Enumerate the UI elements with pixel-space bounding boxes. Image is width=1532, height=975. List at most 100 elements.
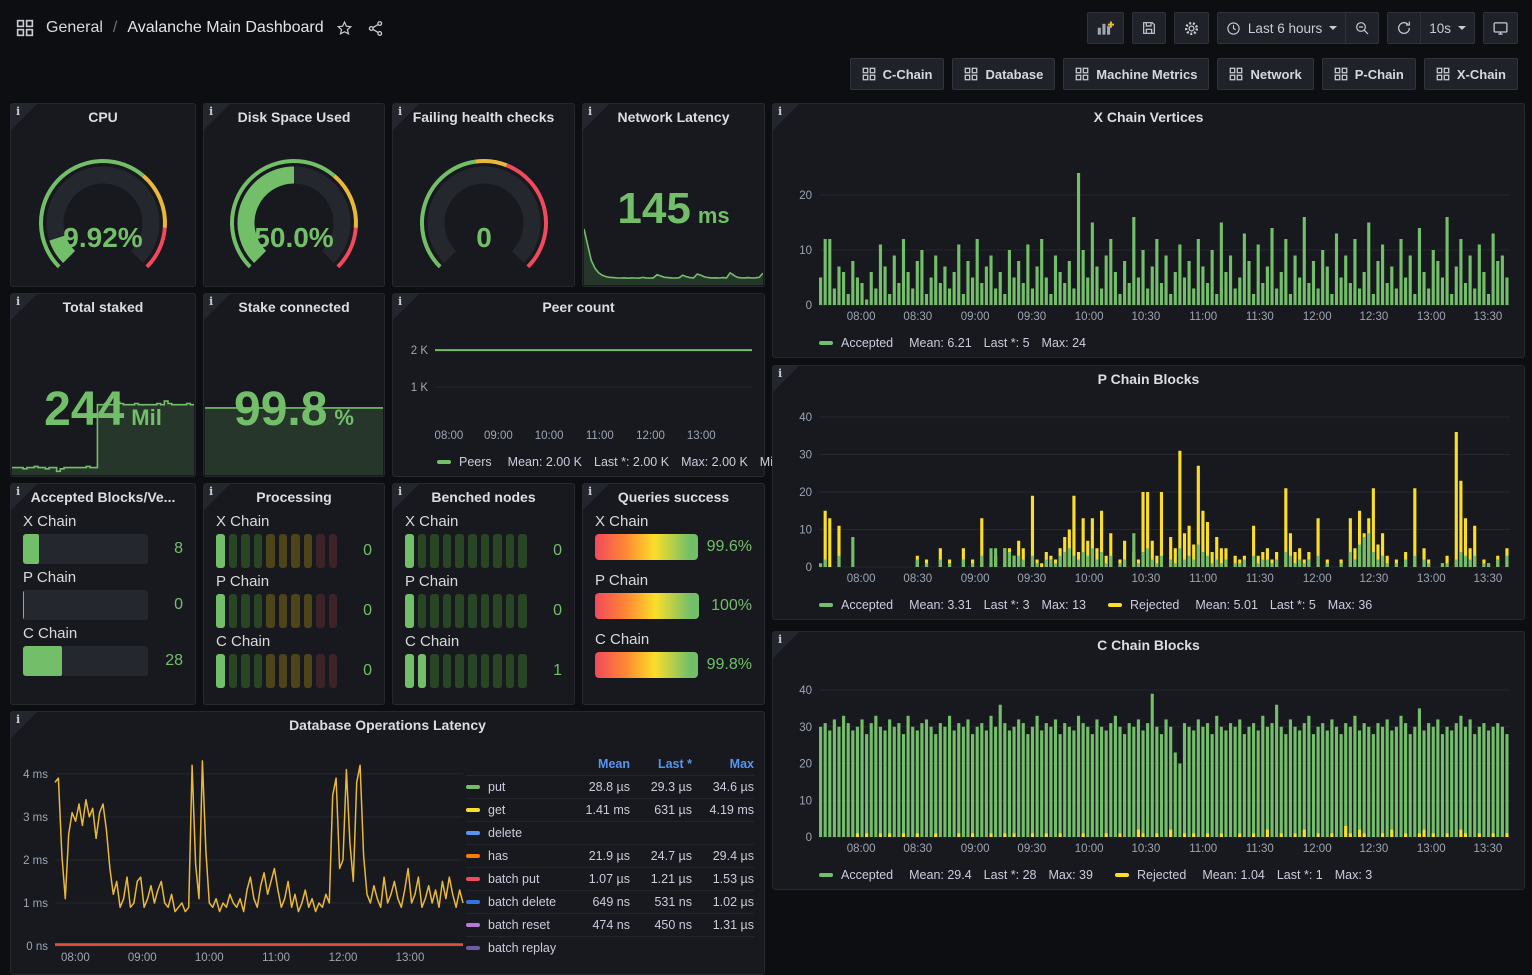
bar-value: 99.6% [707, 538, 752, 556]
panel-title[interactable]: Benched nodes [393, 489, 574, 505]
panel-title[interactable]: Failing health checks [393, 109, 574, 125]
svg-text:0: 0 [806, 832, 812, 844]
legend-item[interactable]: AcceptedMean: 3.31Last *: 3Max: 13 [819, 598, 1086, 612]
star-icon[interactable] [334, 18, 355, 39]
panel-title[interactable]: P Chain Blocks [773, 371, 1524, 387]
panel-title[interactable]: X Chain Vertices [773, 109, 1524, 125]
legend-color-pill [466, 854, 480, 858]
panel-title[interactable]: Network Latency [583, 109, 764, 125]
chain-label: P Chain [595, 572, 752, 589]
legend-series-name: Accepted [841, 598, 893, 612]
gauge-canvas: 50.0% [214, 141, 374, 275]
refresh-interval-dropdown[interactable]: 10s [1420, 12, 1475, 44]
svg-text:11:30: 11:30 [1246, 311, 1274, 323]
bar-gauge-row: C Chain 28 [23, 625, 183, 676]
legend-item[interactable]: AcceptedMean: 29.4Last *: 28Max: 39 [819, 868, 1093, 882]
segment-gauge-rows: X Chain 0 P Chain 0 C Chain 1 [405, 510, 562, 698]
segment-gauge-row: X Chain 0 [405, 513, 562, 568]
panel-title[interactable]: Accepted Blocks/Ve... [11, 489, 195, 505]
panel-title[interactable]: C Chain Blocks [773, 637, 1524, 653]
db-table-row[interactable]: batch replay [466, 936, 754, 959]
chain-label: P Chain [405, 573, 562, 590]
breadcrumb-dashboard-title[interactable]: Avalanche Main Dashboard [127, 19, 323, 37]
svg-text:20: 20 [799, 190, 812, 202]
svg-text:13:30: 13:30 [1473, 573, 1502, 585]
db-table-row[interactable]: batch delete649 ns531 ns1.02 µs [466, 890, 754, 913]
refresh-button[interactable] [1387, 12, 1420, 44]
db-series-name: batch put [466, 872, 568, 886]
db-table-column-header[interactable]: Mean [568, 757, 630, 771]
gauge-segment [241, 594, 250, 628]
dashboard-link-machine-metrics[interactable]: Machine Metrics [1063, 58, 1209, 90]
panel-title[interactable]: Queries success [583, 489, 764, 505]
panel-peer-count: i Peer count 1 K2 K08:0009:0010:0011:001… [392, 293, 765, 477]
dashboard-settings-button[interactable] [1174, 12, 1209, 44]
db-series-value: 4.19 ms [692, 803, 754, 817]
stat-value: 99.8 [234, 382, 327, 437]
db-table-row[interactable]: put28.8 µs29.3 µs34.6 µs [466, 775, 754, 798]
db-series-value: 649 ns [568, 895, 630, 909]
svg-text:3 ms: 3 ms [23, 812, 48, 824]
bar-fill [23, 590, 24, 620]
db-table-row[interactable]: batch reset474 ns450 ns1.31 µs [466, 913, 754, 936]
gauge-segment [405, 654, 414, 688]
legend-item[interactable]: AcceptedMean: 6.21Last *: 5Max: 24 [819, 336, 1086, 350]
db-table-column-header[interactable]: Max [692, 757, 754, 771]
svg-text:11:00: 11:00 [586, 430, 614, 442]
panel-title[interactable]: Total staked [11, 299, 195, 315]
bar-value: 0 [346, 542, 372, 560]
dashboards-grid-icon[interactable] [14, 17, 36, 39]
panel-title[interactable]: Disk Space Used [204, 109, 384, 125]
time-range-button[interactable]: Last 6 hours [1217, 12, 1345, 44]
legend-item[interactable]: RejectedMean: 5.01Last *: 5Max: 36 [1108, 598, 1372, 612]
add-panel-button[interactable] [1087, 12, 1124, 44]
db-series-value: 631 µs [630, 803, 692, 817]
db-table-row[interactable]: delete [466, 821, 754, 844]
legend-stat: Max: 36 [1328, 598, 1372, 612]
svg-text:12:00: 12:00 [1303, 573, 1332, 585]
gradient-gauge-row: P Chain 100% [595, 572, 752, 619]
zoom-out-time-button[interactable] [1345, 12, 1379, 44]
dashboard-link-p-chain[interactable]: P-Chain [1322, 58, 1416, 90]
breadcrumb-separator: / [113, 19, 117, 37]
dashboard-link-c-chain[interactable]: C-Chain [850, 58, 945, 90]
dashboard-link-database[interactable]: Database [952, 58, 1055, 90]
dashboard-link-network[interactable]: Network [1217, 58, 1313, 90]
svg-text:10:00: 10:00 [535, 430, 564, 442]
panel-title[interactable]: CPU [11, 109, 195, 125]
dashboard-link-x-chain[interactable]: X-Chain [1424, 58, 1518, 90]
db-table-column-header[interactable]: Last * [630, 757, 692, 771]
gauge-segment [443, 654, 452, 688]
svg-text:13:00: 13:00 [1417, 311, 1446, 323]
panel-title[interactable]: Database Operations Latency [11, 717, 764, 733]
chevron-down-icon [1458, 26, 1466, 30]
panel-p-chain-blocks: i P Chain Blocks 01020304008:0008:3009:0… [772, 365, 1525, 620]
bar-series [819, 173, 1509, 305]
db-table-row[interactable]: get1.41 ms631 µs4.19 ms [466, 798, 754, 821]
db-table-row[interactable]: batch put1.07 µs1.21 µs1.53 µs [466, 867, 754, 890]
share-icon[interactable] [365, 18, 386, 39]
panel-title[interactable]: Processing [204, 489, 384, 505]
panel-title[interactable]: Peer count [393, 299, 764, 315]
svg-text:08:00: 08:00 [847, 573, 876, 585]
stat-unit: Mil [131, 405, 162, 431]
db-series-name: has [466, 849, 568, 863]
gauge-segment [481, 594, 490, 628]
gauge-canvas: 9.92% [23, 141, 183, 275]
legend-stat: Mean: 6.21 [909, 336, 972, 350]
cycle-view-mode-button[interactable] [1483, 12, 1518, 44]
svg-text:10:00: 10:00 [195, 952, 224, 964]
legend-stat: Mean: 2.00 K [508, 455, 582, 469]
x-chain-vertices-chart: 0102008:0008:3009:0009:3010:0010:3011:00… [781, 134, 1516, 325]
dashboard-links-row: C-Chain Database Machine Metrics Network… [0, 58, 1532, 94]
db-table-row[interactable]: has21.9 µs24.7 µs29.4 µs [466, 844, 754, 867]
save-dashboard-button[interactable] [1132, 12, 1166, 44]
panel-title[interactable]: Stake connected [204, 299, 384, 315]
segment-track [405, 534, 527, 568]
svg-text:2 ms: 2 ms [23, 855, 48, 867]
legend-item[interactable]: PeersMean: 2.00 KLast *: 2.00 KMax: 2.00… [437, 455, 804, 469]
breadcrumb-folder[interactable]: General [46, 19, 103, 37]
legend-item[interactable]: RejectedMean: 1.04Last *: 1Max: 3 [1115, 868, 1372, 882]
legend-color-pill [466, 923, 480, 927]
gauge-segment [518, 654, 527, 688]
